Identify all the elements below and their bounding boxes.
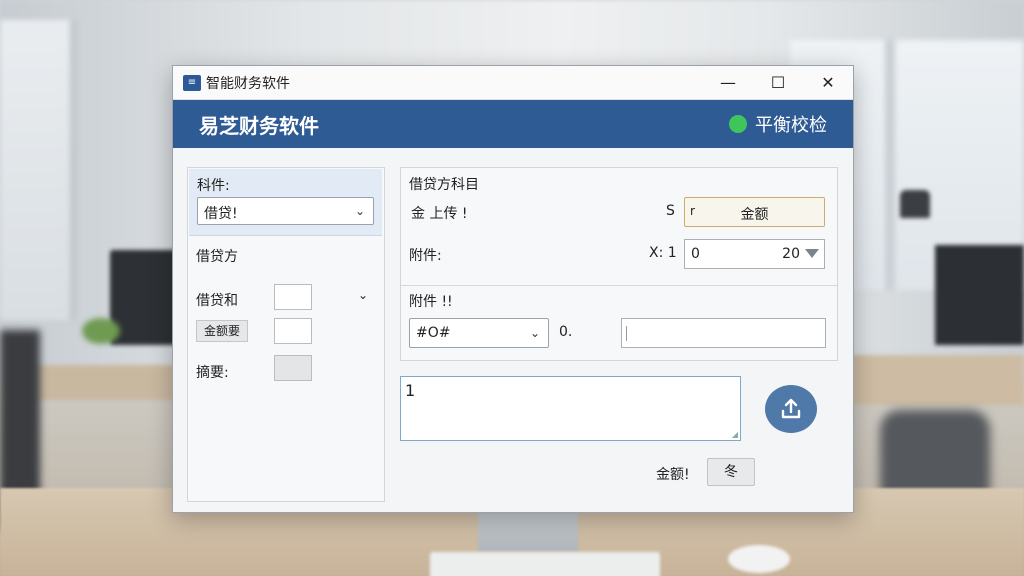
notes-value: 1: [405, 381, 416, 400]
x-label: X: 1: [649, 245, 677, 261]
close-button[interactable]: ✕: [803, 66, 853, 99]
minimize-button[interactable]: —: [703, 66, 753, 99]
amount-button-label: 金额: [740, 207, 769, 223]
left-panel: 科件: 借贷! ⌄ 借贷方 借贷和 ⌄ 金额要 摘要:: [187, 167, 385, 502]
attachment-select[interactable]: #O# ⌄: [409, 318, 549, 348]
header-banner: 易芝财务软件 平衡校检: [173, 100, 853, 148]
maximize-button[interactable]: ☐: [753, 66, 803, 99]
debit-and-input[interactable]: [274, 284, 312, 310]
upload-icon: [781, 398, 801, 419]
status-label: 平衡校检: [755, 115, 827, 136]
attachment-select-value: #O#: [416, 325, 451, 341]
section-divider: [401, 285, 837, 286]
amount-input[interactable]: [274, 318, 312, 344]
upload-label: 金 上传 !: [411, 206, 468, 222]
amount-tag-button[interactable]: 金额要: [196, 320, 248, 342]
title-bar: ≡ 智能财务软件 — ☐ ✕: [173, 66, 853, 100]
section-title: 借贷方科目: [409, 177, 479, 193]
zero-label: 0.: [559, 324, 573, 340]
chevron-down-icon: ⌄: [354, 204, 365, 218]
status-dot-icon: [729, 115, 747, 133]
app-icon: ≡: [183, 74, 201, 91]
subject-select[interactable]: 借贷! ⌄: [197, 197, 374, 225]
window-title: 智能财务软件: [206, 75, 290, 92]
subject-select-value: 借贷!: [204, 206, 238, 222]
debit-credit-label: 借贷方: [196, 249, 238, 265]
attachment-label: 附件:: [409, 248, 442, 264]
amount-button[interactable]: r 金额: [684, 197, 825, 227]
text-caret: [626, 326, 627, 341]
subject-section: 科件: 借贷! ⌄: [189, 169, 382, 236]
footer-amount-label: 金额!: [656, 467, 690, 483]
number-field-left-value: 0: [691, 246, 700, 262]
debit-and-label: 借贷和: [196, 293, 238, 309]
footer-button[interactable]: 冬: [707, 458, 755, 486]
summary-input[interactable]: [274, 355, 312, 381]
chevron-down-icon[interactable]: ⌄: [358, 288, 368, 302]
chevron-down-icon: ⌄: [529, 326, 540, 340]
subject-label: 科件:: [197, 178, 230, 194]
right-panel: 借贷方科目 金 上传 ! S r 金额 附件: X: 1 0 20 附件 !! …: [400, 167, 838, 361]
resize-grip-icon[interactable]: ◢: [732, 430, 738, 439]
attachment-text-input[interactable]: [621, 318, 826, 348]
notes-textarea[interactable]: 1 ◢: [400, 376, 741, 441]
attachment2-label: 附件 !!: [409, 294, 453, 310]
spinner-down-icon[interactable]: [805, 249, 819, 258]
balance-check-status[interactable]: 平衡校检: [729, 100, 827, 148]
summary-label: 摘要:: [196, 365, 229, 381]
number-field-value: 20: [782, 246, 800, 262]
app-window: ≡ 智能财务软件 — ☐ ✕ 易芝财务软件 平衡校检 科件: 借贷! ⌄ 借贷方…: [172, 65, 854, 513]
upload-button[interactable]: [765, 385, 817, 433]
number-stepper[interactable]: 0 20: [684, 239, 825, 269]
app-banner-title: 易芝财务软件: [199, 113, 319, 138]
s-label: S: [666, 203, 675, 219]
